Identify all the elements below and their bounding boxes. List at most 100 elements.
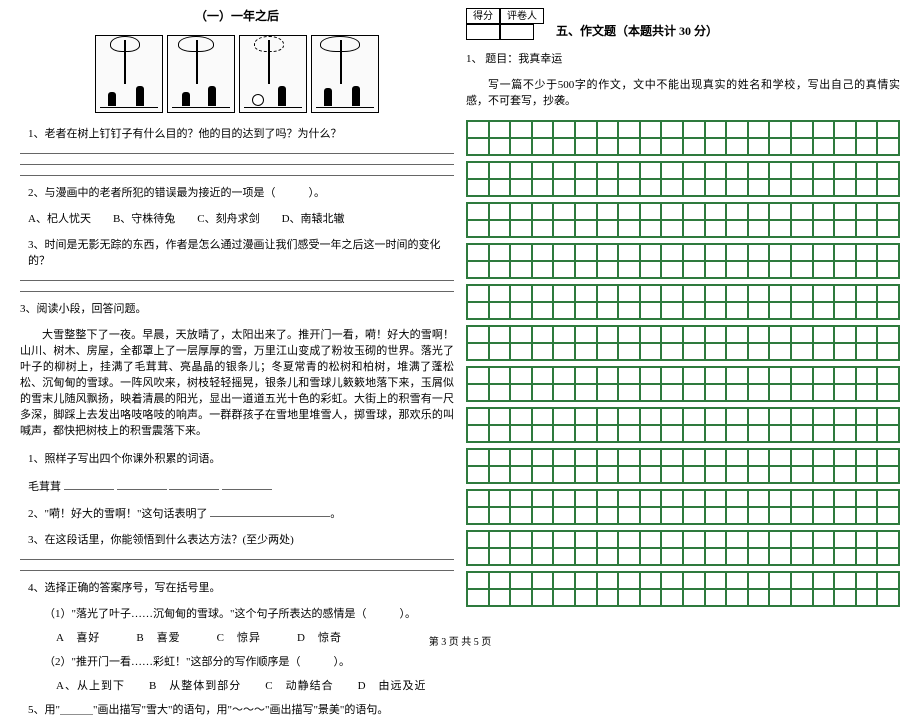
writing-cell[interactable] [553,121,575,138]
writing-cell[interactable] [748,531,770,548]
writing-cell[interactable] [661,261,683,278]
writing-cell[interactable] [791,244,813,261]
writing-cell[interactable] [532,531,554,548]
writing-cell[interactable] [510,261,532,278]
writing-cell[interactable] [769,179,791,196]
writing-cell[interactable] [705,302,727,319]
writing-cell[interactable] [705,138,727,155]
writing-cell[interactable] [877,490,899,507]
writing-cell[interactable] [791,384,813,401]
writing-cell[interactable] [877,343,899,360]
writing-cell[interactable] [834,179,856,196]
writing-cell[interactable] [769,548,791,565]
writing-cell[interactable] [532,589,554,606]
writing-cell[interactable] [813,490,835,507]
writing-cell[interactable] [726,244,748,261]
writing-cell[interactable] [489,466,511,483]
writing-cell[interactable] [532,507,554,524]
writing-cell[interactable] [813,138,835,155]
writing-cell[interactable] [618,490,640,507]
writing-cell[interactable] [532,343,554,360]
writing-cell[interactable] [705,121,727,138]
writing-cell[interactable] [813,302,835,319]
writing-cell[interactable] [575,507,597,524]
writing-cell[interactable] [467,138,489,155]
writing-cell[interactable] [683,162,705,179]
writing-cell[interactable] [791,138,813,155]
writing-cell[interactable] [748,162,770,179]
writing-cell[interactable] [510,466,532,483]
writing-cell[interactable] [856,425,878,442]
writing-cell[interactable] [661,302,683,319]
writing-cell[interactable] [748,244,770,261]
writing-cell[interactable] [769,466,791,483]
answer-line[interactable] [20,280,454,281]
writing-cell[interactable] [705,507,727,524]
writing-cell[interactable] [683,244,705,261]
writing-cell[interactable] [683,179,705,196]
writing-cell[interactable] [532,408,554,425]
writing-cell[interactable] [618,220,640,237]
writing-cell[interactable] [532,179,554,196]
writing-cell[interactable] [510,384,532,401]
writing-cell[interactable] [769,367,791,384]
writing-cell[interactable] [553,326,575,343]
writing-cell[interactable] [791,343,813,360]
writing-cell[interactable] [489,179,511,196]
writing-cell[interactable] [683,531,705,548]
writing-cell[interactable] [726,425,748,442]
writing-cell[interactable] [467,244,489,261]
writing-cell[interactable] [575,179,597,196]
writing-cell[interactable] [683,548,705,565]
writing-cell[interactable] [856,408,878,425]
writing-cell[interactable] [877,507,899,524]
writing-cell[interactable] [791,302,813,319]
writing-cell[interactable] [726,302,748,319]
writing-cell[interactable] [791,220,813,237]
writing-cell[interactable] [834,384,856,401]
writing-grid[interactable] [466,284,900,320]
writing-cell[interactable] [877,384,899,401]
writing-cell[interactable] [597,285,619,302]
writing-cell[interactable] [748,425,770,442]
writing-cell[interactable] [791,285,813,302]
writing-cell[interactable] [856,179,878,196]
writing-cell[interactable] [618,449,640,466]
writing-cell[interactable] [640,384,662,401]
writing-cell[interactable] [683,490,705,507]
writing-cell[interactable] [877,326,899,343]
writing-cell[interactable] [748,179,770,196]
grader-cell[interactable] [500,24,534,40]
writing-cell[interactable] [726,466,748,483]
writing-cell[interactable] [467,367,489,384]
writing-cell[interactable] [553,425,575,442]
writing-cell[interactable] [597,367,619,384]
writing-cell[interactable] [856,244,878,261]
writing-cell[interactable] [575,162,597,179]
writing-cell[interactable] [467,548,489,565]
writing-cell[interactable] [575,302,597,319]
writing-cell[interactable] [748,449,770,466]
writing-cell[interactable] [726,589,748,606]
writing-cell[interactable] [813,572,835,589]
writing-cell[interactable] [813,326,835,343]
writing-cell[interactable] [769,302,791,319]
writing-cell[interactable] [467,121,489,138]
writing-cell[interactable] [769,490,791,507]
writing-cell[interactable] [661,367,683,384]
writing-cell[interactable] [467,589,489,606]
writing-cell[interactable] [877,203,899,220]
writing-grid[interactable] [466,530,900,566]
writing-cell[interactable] [726,179,748,196]
writing-cell[interactable] [705,589,727,606]
writing-cell[interactable] [726,490,748,507]
writing-cell[interactable] [769,507,791,524]
writing-cell[interactable] [489,548,511,565]
answer-line[interactable] [20,570,454,571]
writing-cell[interactable] [618,548,640,565]
writing-cell[interactable] [597,384,619,401]
writing-cell[interactable] [834,367,856,384]
writing-cell[interactable] [813,162,835,179]
writing-cell[interactable] [834,285,856,302]
writing-cell[interactable] [813,408,835,425]
